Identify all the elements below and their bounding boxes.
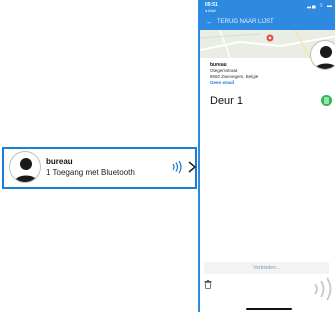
chevron-right-icon[interactable] xyxy=(187,160,197,174)
arrow-left-icon: ← xyxy=(206,18,213,26)
bluetooth-signal-icon xyxy=(172,160,182,174)
connect-button[interactable]: Verbinden... xyxy=(204,262,329,274)
bottom-toolbar xyxy=(200,275,335,312)
owner-avatar-icon xyxy=(310,40,335,70)
card-title: bureau xyxy=(46,157,73,166)
info-email: Geen email xyxy=(210,80,235,85)
phone-screen: 09:51 ◂ Mail ▂▄ ⌔ ▬ ← TERUG NAAR LIJST b… xyxy=(198,0,335,312)
door-status-icon[interactable] xyxy=(321,95,332,106)
lock-info: bureau Otegemstraat 8550 Zwevegem, Belgi… xyxy=(210,62,258,86)
lock-list-item[interactable]: bureau 1 Toegang met Bluetooth xyxy=(2,147,197,189)
home-indicator xyxy=(246,308,292,310)
card-texts: bureau 1 Toegang met Bluetooth xyxy=(46,156,135,178)
status-icons: ▂▄ ⌔ ▬ xyxy=(307,3,333,9)
door-label[interactable]: Deur 1 xyxy=(210,95,243,107)
bluetooth-signal-large-icon xyxy=(314,277,332,301)
back-label: TERUG NAAR LIJST xyxy=(217,19,274,25)
back-to-list-button[interactable]: ← TERUG NAAR LIJST xyxy=(200,14,335,30)
status-bar: 09:51 ◂ Mail ▂▄ ⌔ ▬ xyxy=(200,0,335,14)
trash-icon[interactable] xyxy=(204,280,212,289)
user-avatar-icon xyxy=(9,151,41,183)
card-subtitle: 1 Toegang met Bluetooth xyxy=(46,168,135,177)
status-back-app[interactable]: ◂ Mail xyxy=(205,8,215,13)
